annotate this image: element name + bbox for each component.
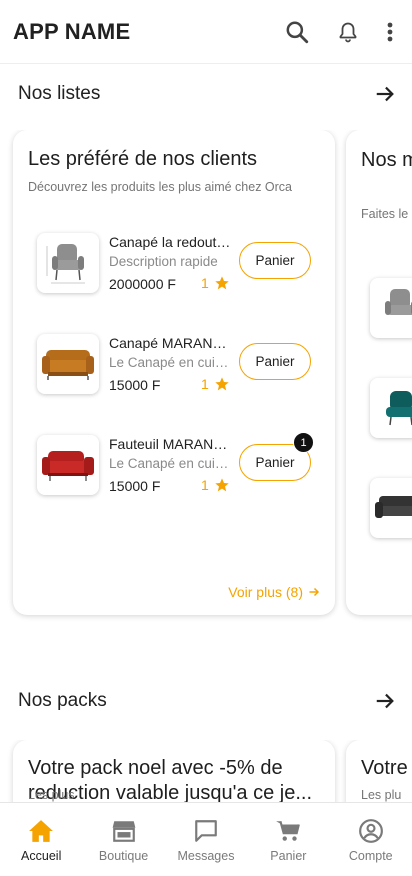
nav-item-messages[interactable]: Messages bbox=[165, 803, 247, 876]
nav-item-accueil[interactable]: Accueil bbox=[0, 803, 82, 876]
lists-carousel[interactable]: Les préféré de nos clients Découvrez les… bbox=[0, 130, 412, 622]
more-vertical-icon[interactable] bbox=[376, 18, 404, 46]
pack-card[interactable]: Votre pack noel avec -5% de reduction va… bbox=[13, 740, 335, 802]
rating-value: 1 bbox=[201, 376, 209, 392]
app-title: APP NAME bbox=[13, 19, 131, 44]
list-card-favorites[interactable]: Les préféré de nos clients Découvrez les… bbox=[13, 130, 335, 615]
list-card-title: Nos meilleurs salons bbox=[361, 149, 412, 171]
nav-item-compte[interactable]: Compte bbox=[330, 803, 412, 876]
list-card-subtitle: Faites le bon choix pour vous avec nos s… bbox=[361, 207, 412, 221]
nav-label: Boutique bbox=[98, 849, 149, 863]
lists-section-title: Nos listes bbox=[18, 83, 101, 104]
arrow-right-icon bbox=[309, 587, 320, 597]
product-name: Fauteuil MARANELLO bbox=[109, 436, 231, 452]
rating-value: 1 bbox=[201, 477, 209, 493]
nav-item-boutique[interactable]: Boutique bbox=[82, 803, 164, 876]
star-icon bbox=[215, 276, 229, 290]
pack-subtitle: Les plu bbox=[361, 788, 402, 802]
list-card-subtitle: Découvrez les produits les plus aimé che… bbox=[28, 180, 293, 194]
store-icon bbox=[110, 817, 138, 845]
list-card-salons[interactable]: Nos meilleurs salons Faites le bon choix… bbox=[346, 130, 412, 615]
search-icon[interactable] bbox=[283, 18, 311, 46]
cart-count-badge: 1 bbox=[293, 432, 314, 453]
list-card-title: Les préféré de nos clients bbox=[28, 148, 258, 170]
see-more-link[interactable]: Voir plus (8) bbox=[228, 584, 320, 600]
pack-title: Votre bbox=[361, 757, 408, 779]
pack-card[interactable]: Votre Les plu bbox=[346, 740, 412, 802]
pack-subtitle: Les plus bbox=[28, 788, 75, 802]
product-description: Description rapide bbox=[109, 254, 218, 269]
packs-section-title: Nos packs bbox=[18, 690, 107, 711]
bottom-navigation: Accueil Boutique Messages Panier Compte bbox=[0, 802, 412, 876]
product-item[interactable]: Fauteuil MARANELLO Le Canapé en cuir rou… bbox=[13, 430, 335, 500]
rating-value: 1 bbox=[201, 275, 209, 291]
add-to-cart-button[interactable]: Panier bbox=[239, 242, 311, 279]
product-price: 2000000 F bbox=[109, 276, 176, 292]
packs-see-all-arrow-icon[interactable] bbox=[374, 690, 396, 712]
account-icon bbox=[357, 817, 385, 845]
product-description: Le Canapé en cuir marron bbox=[109, 355, 231, 370]
nav-label: Messages bbox=[177, 849, 235, 863]
notifications-bell-icon[interactable] bbox=[334, 18, 362, 46]
product-image-teal-armchair[interactable] bbox=[370, 378, 412, 438]
see-more-label: Voir plus (8) bbox=[228, 584, 303, 600]
product-name: Canapé MARANELLO bbox=[109, 335, 231, 351]
product-price: 15000 F bbox=[109, 377, 161, 393]
lists-section-header: Nos listes bbox=[0, 73, 412, 113]
packs-section-header: Nos packs bbox=[0, 680, 412, 720]
home-icon bbox=[27, 817, 55, 845]
product-name: Canapé la redoute interieurs bbox=[109, 234, 231, 250]
product-rating: 1 bbox=[201, 376, 230, 392]
app-bar: APP NAME bbox=[0, 0, 412, 64]
packs-carousel[interactable]: Votre pack noel avec -5% de reduction va… bbox=[0, 740, 412, 802]
nav-label: Accueil bbox=[21, 849, 62, 863]
product-item[interactable]: Canapé MARANELLO Le Canapé en cuir marro… bbox=[13, 329, 335, 399]
star-icon bbox=[215, 478, 229, 492]
nav-label: Compte bbox=[348, 849, 393, 863]
lists-see-all-arrow-icon[interactable] bbox=[374, 83, 396, 105]
product-image-tan-leather-sofa[interactable] bbox=[37, 334, 99, 394]
product-price: 15000 F bbox=[109, 478, 161, 494]
cart-icon bbox=[274, 817, 302, 845]
product-rating: 1 bbox=[201, 275, 230, 291]
nav-label: Panier bbox=[270, 849, 307, 863]
star-icon bbox=[215, 377, 229, 391]
nav-item-panier[interactable]: Panier bbox=[247, 803, 329, 876]
product-image-red-leather-sofa[interactable] bbox=[37, 435, 99, 495]
product-image-black-sofa[interactable] bbox=[370, 478, 412, 538]
chat-icon bbox=[192, 817, 220, 845]
product-description: Le Canapé en cuir rouge bbox=[109, 456, 231, 471]
product-item[interactable]: Canapé la redoute interieurs Description… bbox=[13, 228, 335, 298]
product-image-grey-armchair[interactable] bbox=[37, 233, 99, 293]
product-image-grey-armchair[interactable] bbox=[370, 278, 412, 338]
product-rating: 1 bbox=[201, 477, 230, 493]
add-to-cart-button[interactable]: Panier bbox=[239, 343, 311, 380]
